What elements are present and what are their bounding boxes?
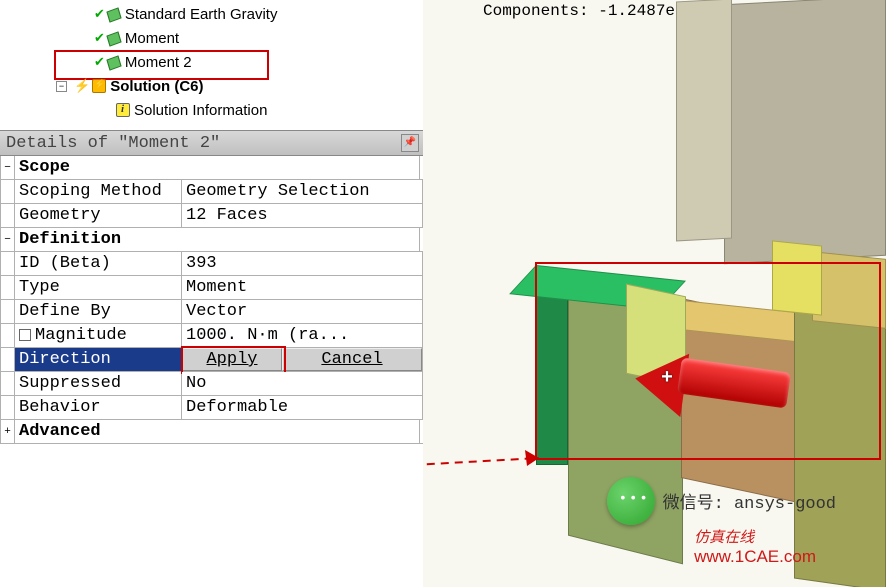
row-define-by[interactable]: Define By Vector [1,300,423,324]
prop-label: Suppressed [15,372,182,395]
tree-item-label: Moment [125,30,179,47]
watermark: 仿真在线 www.1CAE.com [694,526,816,567]
prop-label: Magnitude [15,324,182,347]
pick-crosshair-icon: + [661,367,673,390]
prop-label: Direction [15,348,182,371]
info-icon [116,103,130,117]
collapse-icon[interactable]: − [1,156,15,179]
row-behavior[interactable]: Behavior Deformable [1,396,423,420]
bolt-check-icon: ⚡ [74,78,90,94]
section-advanced[interactable]: + Advanced [1,420,423,444]
wechat-icon [607,477,655,525]
tree-item-label: Solution Information [134,102,267,119]
row-direction[interactable]: Direction Apply Cancel [1,348,423,372]
pin-button[interactable]: 📌 [401,134,419,152]
row-magnitude[interactable]: Magnitude 1000. N·m (ra... [1,324,423,348]
section-label: Advanced [15,420,420,443]
3d-viewport[interactable]: Components: -1.2487e-015,-1000. [423,0,886,587]
prop-value[interactable]: Deformable [182,396,423,419]
tree-item-solution[interactable]: − ⚡ Solution (C6) [4,74,419,98]
tree-item-moment[interactable]: ✔ Moment [4,26,419,50]
expand-icon[interactable]: + [1,420,15,443]
load-icon [107,31,121,45]
prop-label: Behavior [15,396,182,419]
prop-value[interactable]: Moment [182,276,423,299]
check-icon: ✔ [94,30,105,46]
prop-label: Type [15,276,182,299]
collapse-icon[interactable]: − [1,228,15,251]
prop-label: Geometry [15,204,182,227]
prop-value[interactable]: 1000. N·m (ra... [182,324,423,347]
prop-label: Define By [15,300,182,323]
section-label: Scope [15,156,420,179]
wechat-badge: 微信号: ansys-good [607,477,836,525]
tree-item-label: Moment 2 [125,54,192,71]
prop-value: Apply Cancel [182,348,423,371]
check-icon: ✔ [94,54,105,70]
load-icon [107,55,121,69]
check-icon: ✔ [94,6,105,22]
prop-value[interactable]: Vector [182,300,423,323]
tree-item-label: Standard Earth Gravity [125,6,278,23]
prop-value[interactable]: Geometry Selection [182,180,423,203]
section-label: Definition [15,228,420,251]
row-suppressed[interactable]: Suppressed No [1,372,423,396]
prop-label: Scoping Method [15,180,182,203]
checkbox-icon[interactable] [19,329,31,341]
details-header: Details of "Moment 2" 📌 [0,130,423,156]
prop-label: ID (Beta) [15,252,182,275]
section-scope[interactable]: − Scope [1,156,423,180]
solution-icon [92,79,106,93]
load-icon [107,7,121,21]
details-title: Details of "Moment 2" [6,134,220,153]
section-definition[interactable]: − Definition [1,228,423,252]
row-id[interactable]: ID (Beta) 393 [1,252,423,276]
tree-item-gravity[interactable]: ✔ Standard Earth Gravity [4,2,419,26]
tree-item-solution-info[interactable]: Solution Information [4,98,419,122]
row-type[interactable]: Type Moment [1,276,423,300]
apply-button[interactable]: Apply [182,348,282,371]
prop-value[interactable]: 393 [182,252,423,275]
outline-tree[interactable]: ✔ Standard Earth Gravity ✔ Moment ✔ Mome… [0,0,423,130]
cancel-button[interactable]: Cancel [282,348,422,371]
prop-value[interactable]: No [182,372,423,395]
prop-value[interactable]: 12 Faces [182,204,423,227]
collapse-icon[interactable]: − [56,81,67,92]
tree-item-moment-2[interactable]: ✔ Moment 2 [4,50,419,74]
wechat-label: 微信号: ansys-good [663,488,836,514]
row-scoping-method[interactable]: Scoping Method Geometry Selection [1,180,423,204]
details-grid: − Scope Scoping Method Geometry Selectio… [0,156,423,444]
row-geometry[interactable]: Geometry 12 Faces [1,204,423,228]
tree-item-label: Solution (C6) [110,78,203,95]
